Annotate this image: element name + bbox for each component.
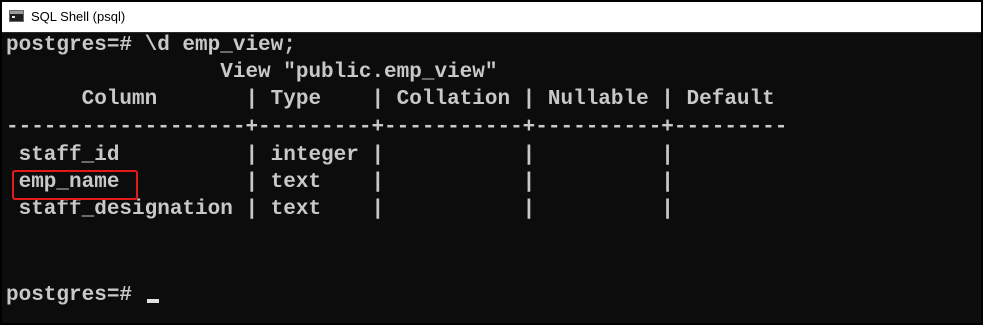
console-output[interactable]: postgres=# \d emp_view; View "public.emp…: [2, 33, 981, 323]
table-separator: -------------------+---------+----------…: [6, 116, 788, 139]
command-line: postgres=# \d emp_view;: [6, 34, 296, 57]
prompt-text: postgres=#: [6, 284, 145, 307]
title-bar[interactable]: SQL Shell (psql): [2, 2, 981, 33]
table-row-staff-id: staff_id | integer | | |: [6, 144, 674, 167]
window-title: SQL Shell (psql): [31, 9, 126, 24]
text-cursor: [146, 299, 159, 303]
emp-name-highlight-box: [12, 170, 138, 200]
sql-shell-window: SQL Shell (psql) postgres=# \d emp_view;…: [0, 0, 983, 325]
table-row-staff-designation: staff_designation | text | | |: [6, 198, 674, 221]
prompt-line[interactable]: postgres=#: [6, 283, 159, 309]
terminal-icon: [9, 10, 24, 22]
view-title: View "public.emp_view": [6, 61, 498, 84]
table-header: Column | Type | Collation | Nullable | D…: [6, 88, 775, 111]
